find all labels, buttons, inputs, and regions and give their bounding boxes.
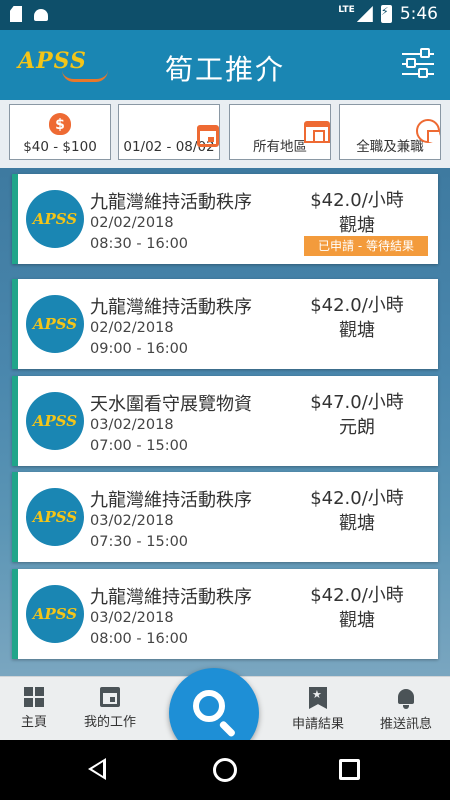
job-card[interactable]: APSS 九龍灣維持活動秩序 03/02/2018 08:00 - 16:00 … bbox=[12, 569, 438, 659]
filter-job-type[interactable]: 全職及兼職 bbox=[339, 104, 441, 160]
filter-salary[interactable]: $ $40 - $100 bbox=[9, 104, 111, 160]
search-icon-handle bbox=[218, 720, 237, 738]
clock: 5:46 bbox=[399, 4, 438, 24]
bell-icon bbox=[396, 687, 416, 709]
nav-my-jobs-label: 我的工作 bbox=[83, 715, 136, 730]
slider-knob bbox=[418, 68, 428, 78]
moneybag-icon: $ bbox=[49, 113, 71, 135]
page-title: 筍工推介 bbox=[164, 53, 285, 86]
nav-home-label: 主頁 bbox=[20, 715, 47, 730]
app-bar: APSS 筍工推介 bbox=[0, 30, 450, 100]
pie-chart-icon bbox=[416, 119, 440, 143]
nav-my-jobs[interactable]: 我的工作 bbox=[70, 687, 150, 730]
job-list[interactable]: APSS 九龍灣維持活動秩序 02/02/2018 08:30 - 16:00 … bbox=[0, 168, 450, 676]
store-icon bbox=[304, 121, 330, 143]
job-time: 08:30 - 16:00 bbox=[90, 236, 189, 252]
job-title: 九龍灣維持活動秩序 bbox=[90, 587, 252, 608]
job-pay: $47.0/小時 bbox=[310, 392, 404, 413]
slider-knob bbox=[420, 48, 430, 58]
filter-settings-button[interactable] bbox=[400, 46, 436, 82]
company-logo: APSS bbox=[26, 295, 84, 353]
slider-knob bbox=[406, 58, 416, 68]
job-area: 觀塘 bbox=[339, 513, 375, 534]
network-type: LTE bbox=[338, 5, 355, 15]
nav-home[interactable]: 主頁 bbox=[0, 687, 74, 730]
filter-district-label: 所有地區 bbox=[253, 139, 307, 155]
android-icon bbox=[32, 6, 50, 22]
filter-bar: $ $40 - $100 01/02 - 08/02 所有地區 全職及兼職 bbox=[0, 100, 450, 168]
company-logo-text: APSS bbox=[32, 210, 78, 228]
grid-icon bbox=[24, 687, 44, 707]
company-logo: APSS bbox=[26, 190, 84, 248]
job-time: 09:00 - 16:00 bbox=[90, 341, 189, 357]
job-area: 觀塘 bbox=[339, 215, 375, 236]
job-title: 天水圍看守展覽物資 bbox=[90, 394, 252, 415]
home-icon[interactable] bbox=[213, 758, 237, 782]
filter-district[interactable]: 所有地區 bbox=[229, 104, 331, 160]
job-area: 觀塘 bbox=[339, 320, 375, 341]
job-area: 元朗 bbox=[339, 417, 375, 438]
recents-icon[interactable] bbox=[339, 759, 360, 780]
back-icon[interactable] bbox=[88, 758, 106, 780]
job-pay: $42.0/小時 bbox=[310, 488, 404, 509]
job-time: 08:00 - 16:00 bbox=[90, 631, 189, 647]
nav-notifications-label: 推送訊息 bbox=[379, 717, 432, 732]
job-title: 九龍灣維持活動秩序 bbox=[90, 297, 252, 318]
job-card[interactable]: APSS 天水圍看守展覽物資 03/02/2018 07:00 - 15:00 … bbox=[12, 376, 438, 466]
company-logo: APSS bbox=[26, 392, 84, 450]
job-date: 03/02/2018 bbox=[90, 417, 174, 433]
company-logo-text: APSS bbox=[32, 508, 78, 526]
company-logo-text: APSS bbox=[32, 605, 78, 623]
nav-results-label: 申請結果 bbox=[291, 717, 344, 732]
job-title: 九龍灣維持活動秩序 bbox=[90, 192, 252, 213]
job-area: 觀塘 bbox=[339, 610, 375, 631]
job-date: 03/02/2018 bbox=[90, 513, 174, 529]
job-date: 02/02/2018 bbox=[90, 320, 174, 336]
job-date: 03/02/2018 bbox=[90, 610, 174, 626]
company-logo: APSS bbox=[26, 488, 84, 546]
nav-notifications[interactable]: 推送訊息 bbox=[366, 687, 446, 732]
battery-charging-icon bbox=[380, 5, 392, 23]
calendar-icon bbox=[197, 125, 219, 147]
job-card[interactable]: APSS 九龍灣維持活動秩序 03/02/2018 07:30 - 15:00 … bbox=[12, 472, 438, 562]
job-time: 07:00 - 15:00 bbox=[90, 438, 189, 454]
application-status-badge: 已申請 - 等待結果 bbox=[304, 236, 428, 256]
filter-date[interactable]: 01/02 - 08/02 bbox=[118, 104, 220, 160]
job-card[interactable]: APSS 九龍灣維持活動秩序 02/02/2018 08:30 - 16:00 … bbox=[12, 174, 438, 264]
filter-salary-label: $40 - $100 bbox=[23, 139, 97, 155]
job-card[interactable]: APSS 九龍灣維持活動秩序 02/02/2018 09:00 - 16:00 … bbox=[12, 279, 438, 369]
filter-job-type-label: 全職及兼職 bbox=[356, 139, 424, 155]
bookmark-star-icon bbox=[309, 687, 327, 709]
company-logo-text: APSS bbox=[32, 315, 78, 333]
job-pay: $42.0/小時 bbox=[310, 295, 404, 316]
job-time: 07:30 - 15:00 bbox=[90, 534, 189, 550]
job-pay: $42.0/小時 bbox=[310, 190, 404, 211]
job-title: 九龍灣維持活動秩序 bbox=[90, 490, 252, 511]
company-logo-text: APSS bbox=[32, 412, 78, 430]
sd-card-icon bbox=[10, 6, 22, 22]
system-navigation-bar bbox=[0, 740, 450, 800]
nav-results[interactable]: 申請結果 bbox=[278, 687, 358, 732]
search-icon bbox=[193, 690, 225, 722]
calendar-icon bbox=[100, 687, 120, 707]
company-logo: APSS bbox=[26, 585, 84, 643]
job-pay: $42.0/小時 bbox=[310, 585, 404, 606]
status-bar: LTE 5:46 bbox=[0, 0, 450, 30]
signal-icon bbox=[356, 6, 373, 22]
job-date: 02/02/2018 bbox=[90, 215, 174, 231]
